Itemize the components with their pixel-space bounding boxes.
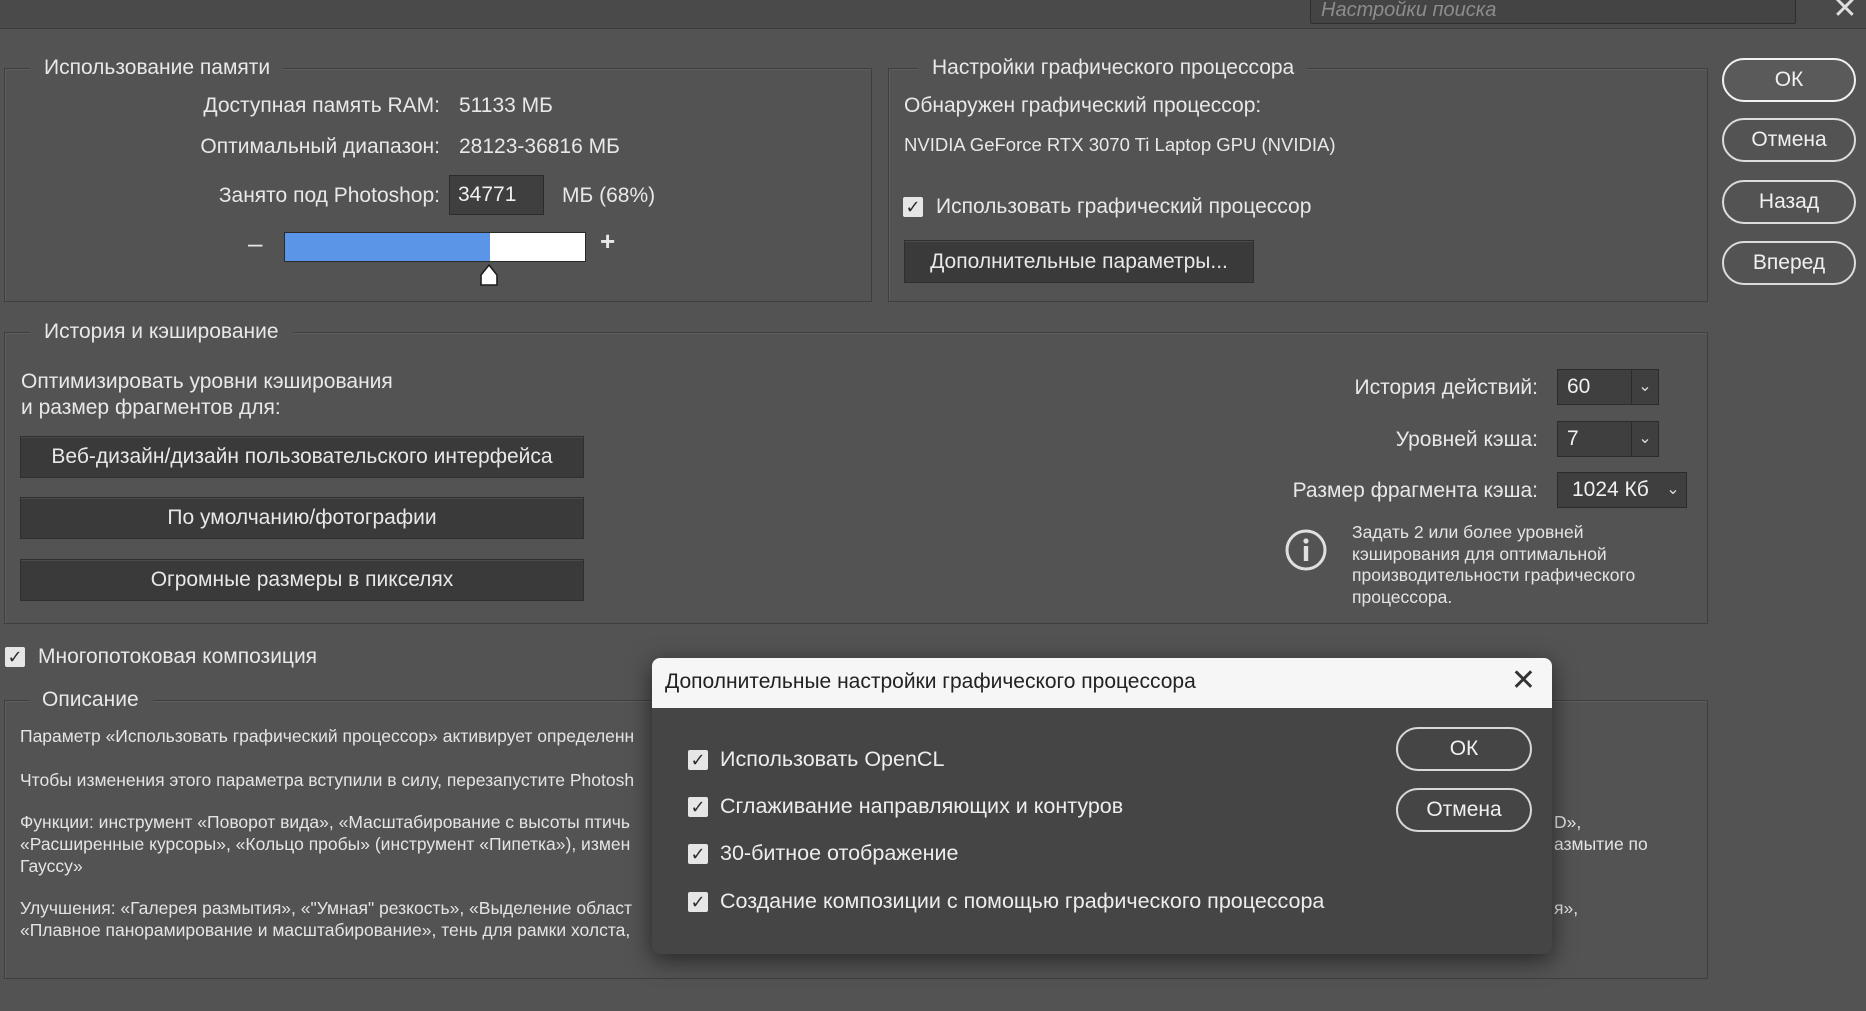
30bit-display-checkbox[interactable]: ✓: [688, 844, 708, 864]
description-tail: азмытие по: [1554, 834, 1648, 854]
history-states-label: История действий:: [1354, 376, 1538, 399]
preset-huge-pixels-button[interactable]: Огромные размеры в пикселях: [20, 559, 584, 601]
description-paragraph: Параметр «Использовать графический проце…: [20, 726, 635, 746]
cache-levels-value: 7: [1567, 427, 1579, 450]
gpu-legend: Настройки графического процессора: [918, 56, 1309, 80]
description-tail: D»,: [1554, 812, 1582, 832]
antialias-label: Сглаживание направляющих и контуров: [720, 794, 1124, 818]
chevron-down-icon: ⌄: [1631, 370, 1658, 404]
description-paragraph: Функции: инструмент «Поворот вида», «Мас…: [20, 812, 631, 832]
cache-info-line: процессора.: [1352, 586, 1453, 607]
description-paragraph: «Расширенные курсоры», «Кольцо пробы» (и…: [20, 834, 631, 854]
advanced-gpu-settings-dialog: Дополнительные настройки графического пр…: [652, 658, 1552, 954]
use-gpu-checkbox[interactable]: ✓: [903, 197, 923, 217]
cache-tile-size-value: 1024 Кб: [1572, 478, 1649, 501]
memory-legend: Использование памяти: [30, 56, 285, 80]
search-input[interactable]: Настройки поиска: [1310, 0, 1796, 24]
description-paragraph: Улучшения: «Галерея размытия», «"Умная" …: [20, 898, 633, 918]
preset-web-ui-button[interactable]: Веб-дизайн/дизайн пользовательского инте…: [20, 436, 584, 478]
memory-slider-fill: [285, 233, 490, 261]
opencl-checkbox[interactable]: ✓: [688, 750, 708, 770]
dialog-ok-button[interactable]: ОК: [1396, 727, 1532, 771]
description-paragraph: Гауссу»: [20, 856, 83, 876]
history-states-value: 60: [1567, 375, 1591, 398]
close-icon[interactable]: ✕: [1828, 0, 1862, 28]
memory-slider[interactable]: [284, 232, 586, 262]
ok-button[interactable]: ОК: [1722, 58, 1856, 102]
used-by-photoshop-suffix: МБ (68%): [562, 184, 656, 207]
description-paragraph: Чтобы изменения этого параметра вступили…: [20, 770, 635, 790]
info-icon: [1284, 528, 1328, 572]
close-icon[interactable]: ✕: [1511, 666, 1536, 696]
cache-levels-select[interactable]: 7 ⌄: [1557, 421, 1659, 457]
cache-tile-size-label: Размер фрагмента кэша:: [1292, 479, 1538, 502]
optimal-range-label: Оптимальный диапазон:: [200, 135, 440, 158]
chevron-down-icon: ⌄: [1631, 422, 1658, 456]
description-tail: я»,: [1554, 898, 1579, 918]
multithread-checkbox[interactable]: ✓: [5, 647, 25, 667]
dialog-titlebar: Дополнительные настройки графического пр…: [652, 658, 1552, 708]
optimal-range-value: 28123-36816 МБ: [459, 135, 620, 158]
advanced-settings-button[interactable]: Дополнительные параметры...: [904, 240, 1254, 283]
opencl-label: Использовать OpenCL: [720, 747, 945, 771]
chevron-down-icon: ⌄: [1666, 481, 1680, 498]
gpu-compositing-label: Создание композиции с помощью графическо…: [720, 889, 1325, 913]
cancel-button[interactable]: Отмена: [1722, 118, 1856, 162]
history-states-select[interactable]: 60 ⌄: [1557, 369, 1659, 405]
decrease-memory-button[interactable]: –: [248, 228, 262, 259]
cache-levels-label: Уровней кэша:: [1395, 428, 1538, 451]
dialog-title: Дополнительные настройки графического пр…: [665, 670, 1196, 693]
optimize-caching-label-line2: и размер фрагментов для:: [21, 396, 281, 419]
gpu-compositing-checkbox[interactable]: ✓: [688, 892, 708, 912]
optimize-caching-label-line1: Оптимизировать уровни кэширования: [21, 370, 393, 393]
description-legend: Описание: [28, 688, 153, 712]
gpu-detected-label: Обнаружен графический процессор:: [904, 94, 1262, 117]
30bit-display-label: 30-битное отображение: [720, 841, 959, 865]
gpu-name: NVIDIA GeForce RTX 3070 Ti Laptop GPU (N…: [904, 134, 1336, 155]
description-paragraph: «Плавное панорамирование и масштабирован…: [20, 920, 631, 940]
preset-default-photo-button[interactable]: По умолчанию/фотографии: [20, 497, 584, 539]
available-ram-value: 51133 МБ: [459, 94, 553, 117]
cache-info-line: Задать 2 или более уровней: [1352, 522, 1584, 542]
increase-memory-button[interactable]: +: [600, 226, 615, 257]
antialias-checkbox[interactable]: ✓: [688, 797, 708, 817]
memory-slider-thumb[interactable]: [479, 263, 499, 287]
dialog-cancel-button[interactable]: Отмена: [1396, 788, 1532, 832]
multithread-label: Многопотоковая композиция: [38, 645, 318, 668]
cache-info-line: кэширования для оптимальной: [1352, 543, 1607, 564]
back-button[interactable]: Назад: [1722, 180, 1856, 224]
available-ram-label: Доступная память RAM:: [203, 94, 440, 117]
forward-button[interactable]: Вперед: [1722, 241, 1856, 285]
cache-tile-size-select[interactable]: 1024 Кб ⌄: [1557, 472, 1687, 508]
use-gpu-label: Использовать графический процессор: [936, 195, 1312, 218]
cache-info-line: производительности графического: [1352, 565, 1636, 585]
memory-amount-input[interactable]: 34771: [449, 175, 544, 215]
cache-info-text: Задать 2 или более уровней кэширования д…: [1352, 522, 1635, 608]
used-by-photoshop-label: Занято под Photoshop:: [218, 184, 440, 207]
history-cache-legend: История и кэширование: [30, 320, 293, 344]
